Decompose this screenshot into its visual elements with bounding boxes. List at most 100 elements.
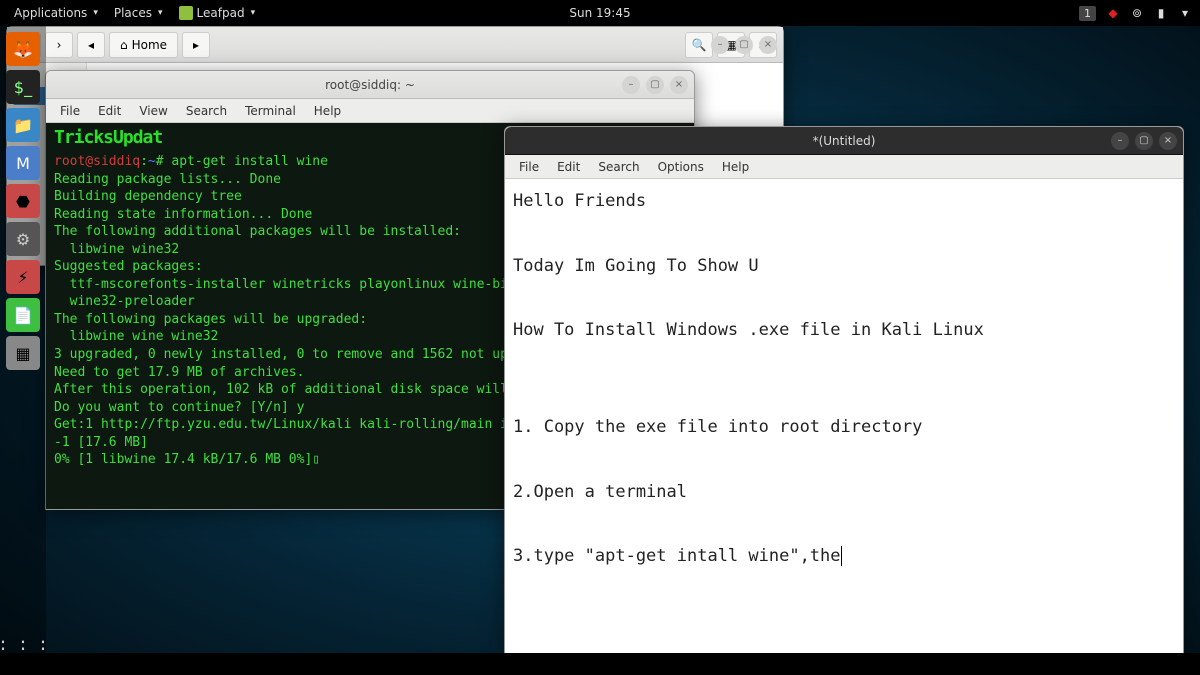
leafpad-text-area[interactable]: Hello Friends Today Im Going To Show U H…: [505, 179, 1183, 653]
applications-menu[interactable]: Applications ▾: [8, 2, 104, 24]
menu-search[interactable]: Search: [178, 101, 235, 121]
menu-terminal[interactable]: Terminal: [237, 101, 304, 121]
close-button[interactable]: ×: [670, 76, 688, 94]
t-line: Need to get 17.9 MB of archives.: [54, 365, 304, 380]
metasploit-icon: M: [16, 154, 30, 173]
gear-icon: ⚙: [16, 230, 30, 249]
leafpad-menubar: File Edit Search Options Help: [505, 155, 1183, 179]
t-line: 3 upgraded, 0 newly installed, 0 to remo…: [54, 347, 508, 362]
leafpad-window: *(Untitled) – ▢ × File Edit Search Optio…: [504, 126, 1184, 654]
wifi-icon[interactable]: ⊚: [1130, 6, 1144, 20]
close-button[interactable]: ×: [1159, 132, 1177, 150]
terminal-command: apt-get install wine: [171, 154, 328, 169]
places-label: Places: [114, 6, 152, 20]
leafpad-icon: 📄: [13, 306, 33, 325]
menu-edit[interactable]: Edit: [549, 157, 588, 177]
clock-text: Sun 19:45: [569, 6, 630, 20]
minimize-button[interactable]: –: [711, 36, 729, 54]
nautilus-toolbar: ‹ › ◂ ⌂ Home ▸ 🔍 ▦ ≡ – ▢ ×: [7, 27, 783, 63]
dock-files[interactable]: 📁: [6, 108, 40, 142]
menu-help[interactable]: Help: [306, 101, 349, 121]
places-menu[interactable]: Places ▾: [108, 2, 169, 24]
chevron-down-icon: ▾: [158, 8, 163, 18]
menu-view[interactable]: View: [131, 101, 175, 121]
chevron-down-icon: ▾: [93, 8, 98, 18]
chevron-right-icon: ›: [57, 38, 62, 52]
leafpad-content: Hello Friends Today Im Going To Show U H…: [513, 191, 984, 566]
path-label: Home: [132, 38, 167, 52]
prompt-path: ~: [148, 154, 156, 169]
t-line: -1 [17.6 MB]: [54, 435, 148, 450]
terminal-icon: $_: [14, 78, 32, 97]
notification-icon[interactable]: ◆: [1106, 6, 1120, 20]
chevron-down-icon[interactable]: ▾: [1178, 6, 1192, 20]
t-line: Reading state information... Done: [54, 207, 312, 222]
battery-icon[interactable]: ▮: [1154, 6, 1168, 20]
dock-tool[interactable]: ⚡: [6, 260, 40, 294]
menu-file[interactable]: File: [52, 101, 88, 121]
dock-reader[interactable]: ▦: [6, 336, 40, 370]
minimize-button[interactable]: –: [1111, 132, 1129, 150]
maximize-button[interactable]: ▢: [1135, 132, 1153, 150]
menu-file[interactable]: File: [511, 157, 547, 177]
chevron-down-icon: ▾: [251, 8, 256, 18]
menu-search[interactable]: Search: [590, 157, 647, 177]
folder-icon: 📁: [13, 116, 33, 135]
t-line: ttf-mscorefonts-installer winetricks pla…: [54, 277, 516, 292]
t-line: 0% [1 libwine 17.4 kB/17.6 MB 0%]: [54, 452, 312, 467]
home-icon: ⌂: [120, 38, 128, 52]
leafpad-titlebar[interactable]: *(Untitled) – ▢ ×: [505, 127, 1183, 155]
menu-help[interactable]: Help: [714, 157, 757, 177]
dock: 🦊 $_ 📁 M ⬣ ⚙ ⚡ 📄 ▦ ⋮⋮⋮: [0, 26, 46, 675]
t-line: The following packages will be upgraded:: [54, 312, 367, 327]
minimize-button[interactable]: –: [622, 76, 640, 94]
path-home[interactable]: ⌂ Home: [109, 32, 178, 58]
leafpad-icon: [179, 6, 193, 20]
dock-metasploit[interactable]: M: [6, 146, 40, 180]
active-app-label: Leafpad: [197, 6, 245, 20]
menu-options[interactable]: Options: [650, 157, 712, 177]
forward-button[interactable]: ›: [45, 32, 73, 58]
bottom-panel: [0, 653, 1200, 675]
t-line: After this operation, 102 kB of addition…: [54, 382, 508, 397]
text-cursor: [841, 546, 842, 566]
path-next-button[interactable]: ▸: [182, 32, 210, 58]
leafpad-title: *(Untitled): [813, 134, 876, 148]
search-button[interactable]: 🔍: [685, 32, 713, 58]
maximize-button[interactable]: ▢: [646, 76, 664, 94]
dock-terminal[interactable]: $_: [6, 70, 40, 104]
dock-burp[interactable]: ⬣: [6, 184, 40, 218]
t-line: wine32-preloader: [54, 294, 195, 309]
search-icon: 🔍: [692, 38, 707, 52]
t-line: Do you want to continue? [Y/n] y: [54, 400, 304, 415]
grid-icon: ▦: [15, 344, 30, 363]
chevron-right-icon: ▸: [193, 38, 199, 52]
maximize-button[interactable]: ▢: [735, 36, 753, 54]
t-line: Building dependency tree: [54, 189, 242, 204]
dock-leafpad[interactable]: 📄: [6, 298, 40, 332]
path-up-button[interactable]: ◂: [77, 32, 105, 58]
chevron-left-icon: ◂: [88, 38, 94, 52]
clock[interactable]: Sun 19:45: [563, 2, 636, 24]
t-line: libwine wine32: [54, 242, 179, 257]
terminal-menubar: File Edit View Search Terminal Help: [46, 99, 694, 123]
workspace-indicator[interactable]: 1: [1079, 6, 1096, 21]
top-panel: Applications ▾ Places ▾ Leafpad ▾ Sun 19…: [0, 0, 1200, 26]
applications-label: Applications: [14, 6, 87, 20]
dock-firefox[interactable]: 🦊: [6, 32, 40, 66]
burp-icon: ⬣: [16, 192, 30, 211]
terminal-titlebar[interactable]: root@siddiq: ~ – ▢ ×: [46, 71, 694, 99]
bolt-icon: ⚡: [17, 268, 28, 287]
t-line: The following additional packages will b…: [54, 224, 461, 239]
t-line: libwine wine wine32: [54, 329, 218, 344]
active-app-indicator[interactable]: Leafpad ▾: [173, 2, 262, 24]
firefox-icon: 🦊: [13, 40, 33, 59]
close-button[interactable]: ×: [759, 36, 777, 54]
terminal-title: root@siddiq: ~: [325, 78, 415, 92]
menu-edit[interactable]: Edit: [90, 101, 129, 121]
t-line: Reading package lists... Done: [54, 172, 281, 187]
t-line: Get:1 http://ftp.yzu.edu.tw/Linux/kali k…: [54, 417, 516, 432]
dock-settings[interactable]: ⚙: [6, 222, 40, 256]
t-line: Suggested packages:: [54, 259, 203, 274]
prompt-user: root@siddiq: [54, 154, 140, 169]
